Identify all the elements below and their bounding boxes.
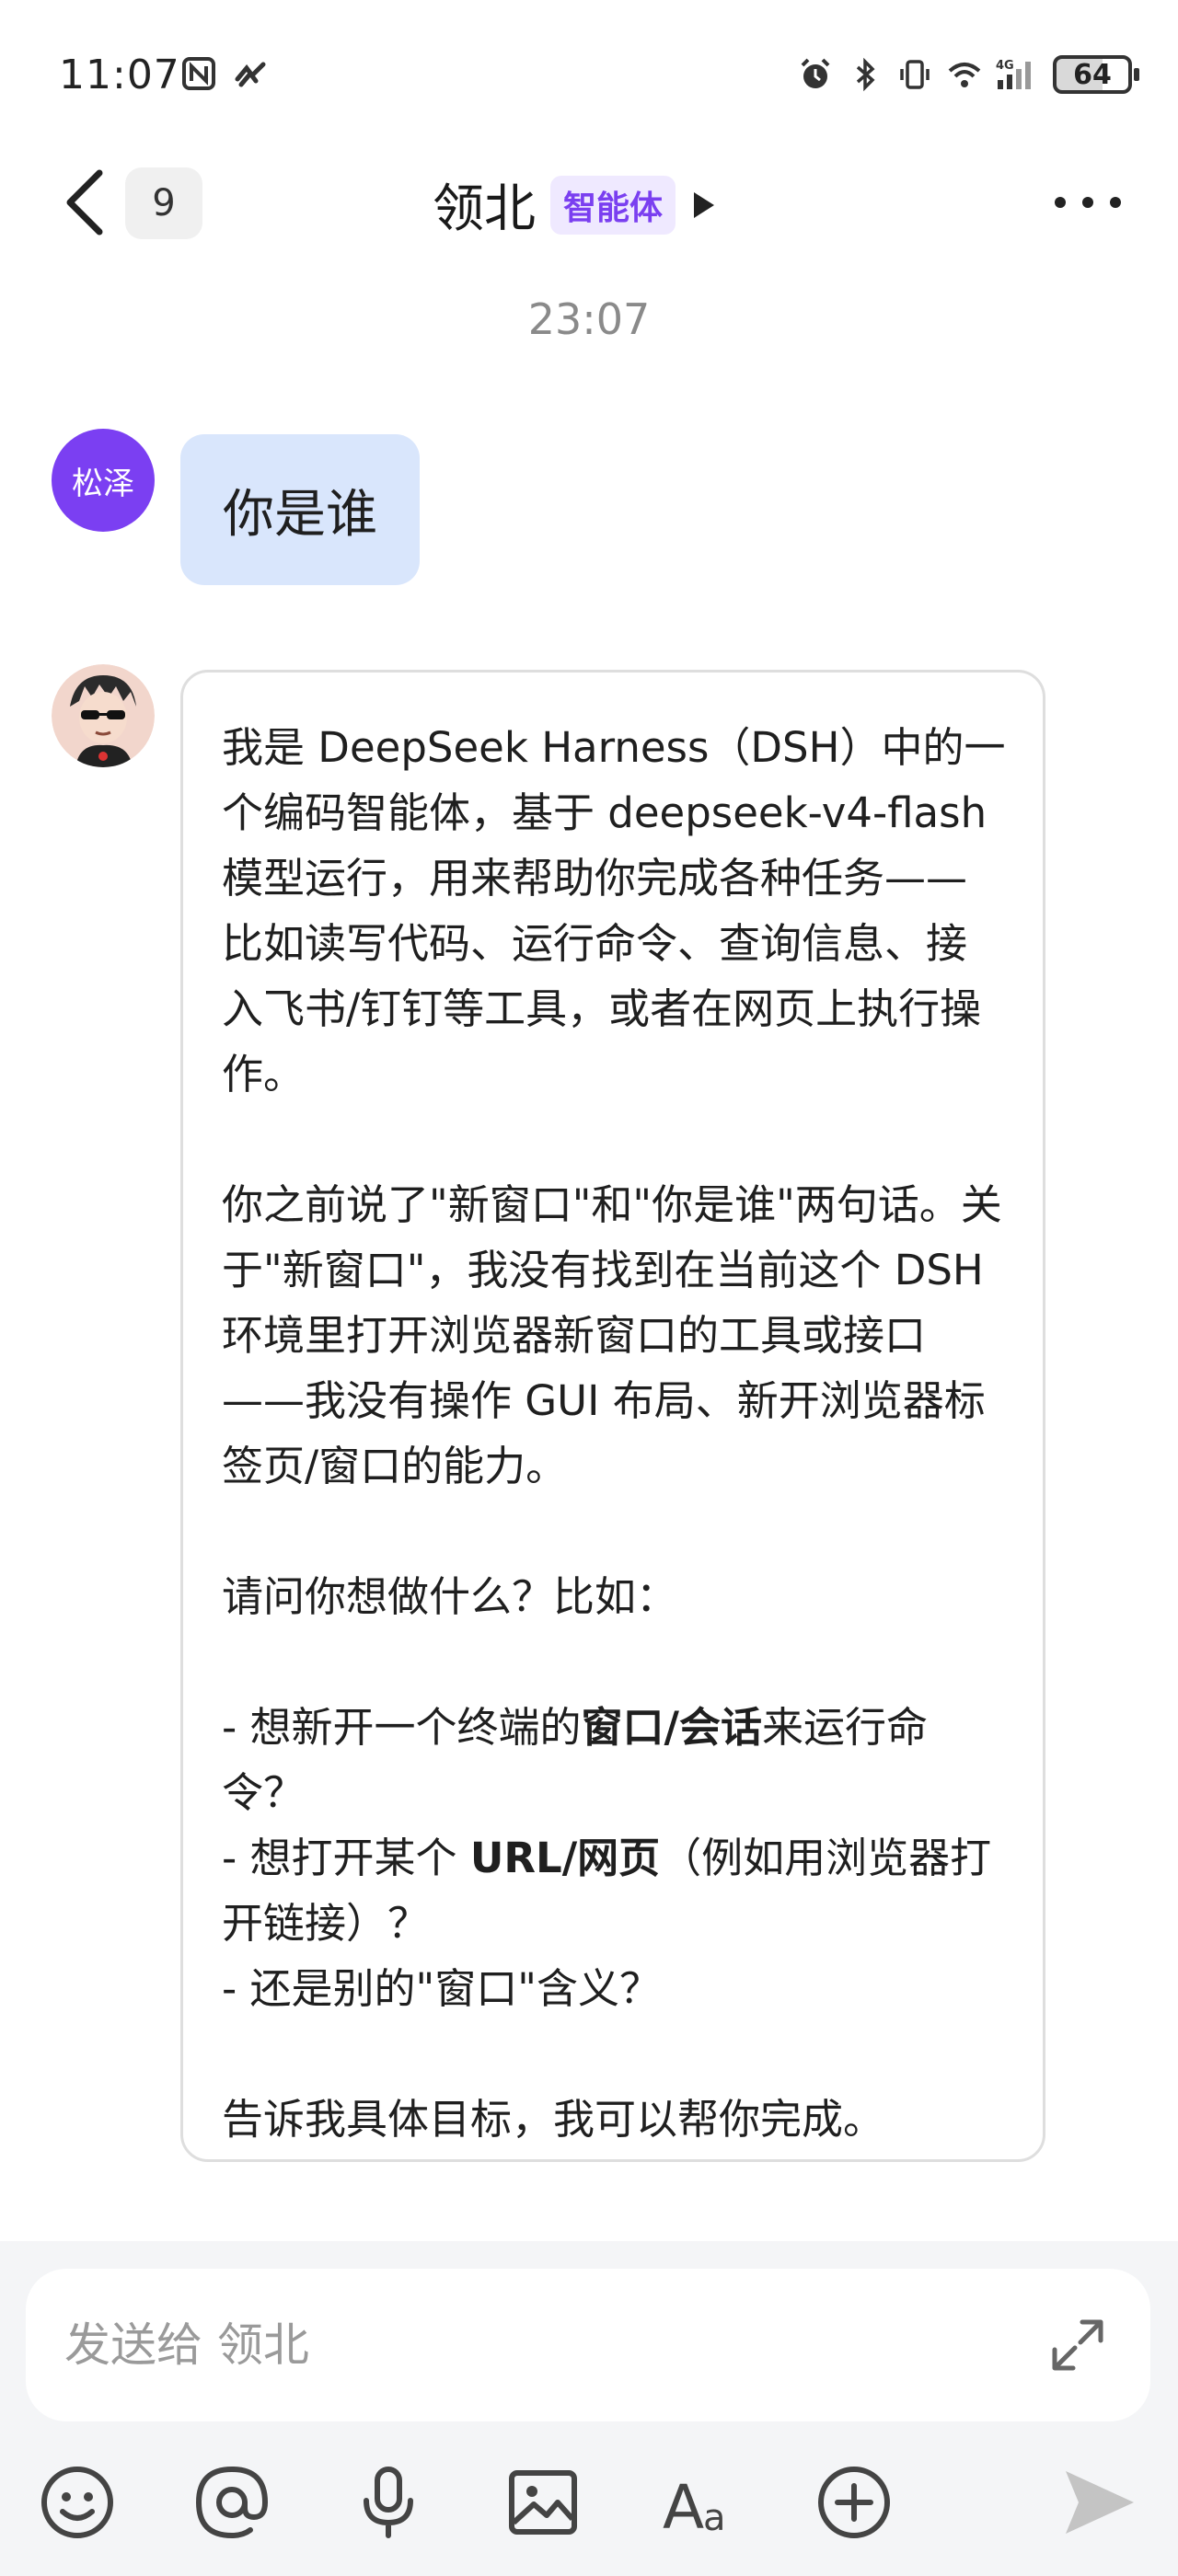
signal-4g-icon: 4G [996, 59, 1031, 89]
user-avatar-text: 松泽 [72, 465, 134, 502]
agent-message-paragraph: 请问你想做什么？比如： [222, 1572, 678, 1621]
send-icon[interactable] [1058, 2462, 1139, 2543]
composer-toolbar: Aa [0, 2462, 1178, 2563]
agent-avatar-icon [52, 664, 155, 767]
agent-message-bubble[interactable]: 我是 DeepSeek Harness（DSH）中的一个编码智能体，基于 dee… [180, 670, 1045, 2162]
message-input[interactable] [64, 2302, 985, 2388]
svg-text:a: a [703, 2497, 726, 2539]
chat-header: 9 领北 智能体 [0, 156, 1178, 248]
wifi-icon [948, 63, 981, 87]
back-button[interactable] [55, 166, 120, 239]
message-input-box [26, 2269, 1150, 2421]
svg-text:A: A [663, 2472, 704, 2543]
emoji-icon[interactable] [37, 2462, 118, 2543]
nfc-icon [182, 57, 215, 90]
status-bar: 11:07 4G 64 [0, 0, 1178, 156]
bluetooth-icon [856, 57, 875, 92]
battery-level: 64 [1073, 58, 1112, 91]
user-message-bubble[interactable]: 你是谁 [180, 434, 420, 585]
agent-message-paragraph: 告诉我具体目标，我可以帮你完成。 [222, 2095, 885, 2144]
agent-avatar[interactable] [52, 664, 155, 767]
user-avatar[interactable]: 松泽 [52, 429, 155, 532]
plus-icon[interactable] [814, 2462, 895, 2543]
svg-text:4G: 4G [996, 59, 1014, 73]
agent-message-paragraph: 你之前说了"新窗口"和"你是谁"两句话。关于"新窗口"，我没有找到在当前这个 D… [222, 1180, 1002, 1490]
microphone-icon[interactable] [348, 2462, 429, 2543]
battery-indicator: 64 [1053, 55, 1139, 94]
agent-message-paragraph: 我是 DeepSeek Harness（DSH）中的一个编码智能体，基于 dee… [222, 723, 1006, 1098]
agent-list-item: - 想新开一个终端的窗口/会话来运行命令？ [222, 1703, 928, 1817]
agent-list-item: - 还是别的"窗口"含义？ [222, 1964, 661, 2013]
chat-title-group[interactable]: 领北 智能体 [433, 167, 718, 242]
unread-count-badge[interactable]: 9 [125, 167, 202, 239]
chat-title: 领北 [433, 179, 536, 239]
expand-icon[interactable] [1045, 2313, 1110, 2377]
user-message-text: 你是谁 [223, 484, 377, 545]
triangle-right-icon [694, 191, 715, 218]
text-format-icon[interactable]: Aa [659, 2462, 740, 2543]
agent-list-item: - 想打开某个 URL/网页（例如用浏览器打开链接）？ [222, 1834, 992, 1948]
status-time: 11:07 [59, 52, 180, 98]
agent-tag: 智能体 [550, 175, 676, 235]
image-icon[interactable] [502, 2462, 583, 2543]
link-icon [235, 62, 266, 87]
message-timestamp: 23:07 [527, 294, 651, 344]
mention-icon[interactable] [191, 2462, 272, 2543]
composer-area: Aa [0, 2241, 1178, 2576]
vibrate-icon [900, 60, 930, 89]
alarm-icon [801, 58, 830, 88]
more-options-button[interactable] [1051, 184, 1125, 221]
